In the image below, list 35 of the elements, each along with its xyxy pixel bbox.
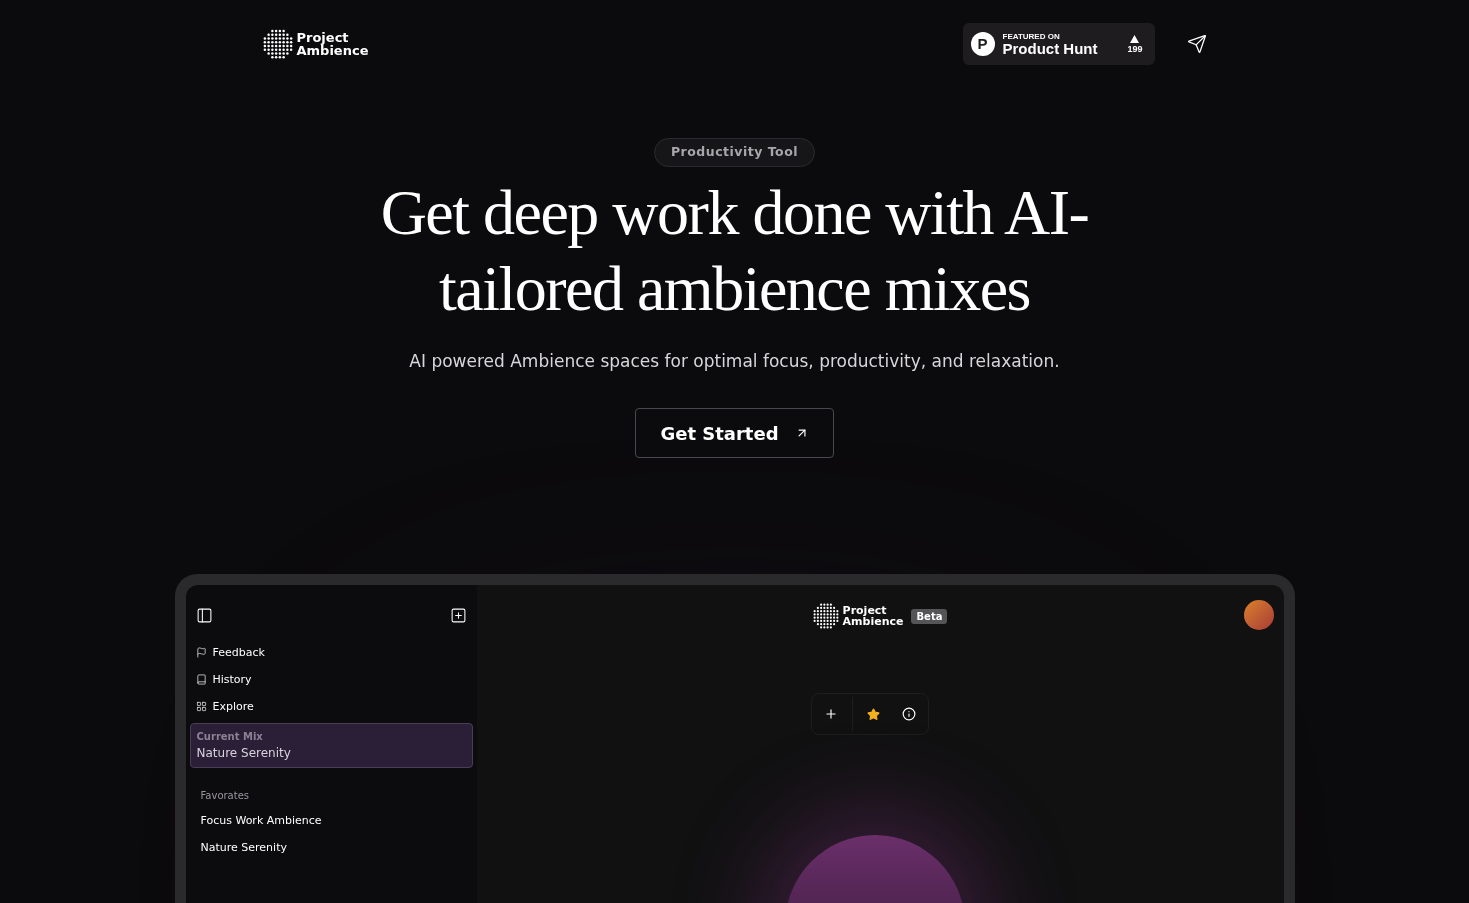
beta-tag: Beta xyxy=(911,608,948,624)
book-icon xyxy=(195,674,207,686)
badge-kicker: FEATURED ON xyxy=(1002,32,1061,41)
favorites-heading: Favorates xyxy=(199,789,251,804)
current-mix-card[interactable]: Current Mix Nature Serenity xyxy=(189,723,473,769)
current-mix-label: Current Mix xyxy=(196,730,264,745)
logo-text: Project xyxy=(842,605,887,617)
favorite-star-icon[interactable] xyxy=(867,707,880,721)
subtitle: AI powered Ambience spaces for optimal focus, productivity, and relaxation. xyxy=(409,349,1060,373)
flag-icon xyxy=(195,647,207,659)
info-icon[interactable] xyxy=(902,707,916,722)
get-started-button[interactable]: Get Started xyxy=(635,408,834,459)
product-hunt-logo-icon: P xyxy=(970,32,995,56)
sidebar-nav-item[interactable]: Feedback xyxy=(195,644,467,662)
send-icon[interactable] xyxy=(1186,34,1207,54)
logo-text: Ambience xyxy=(842,616,904,628)
badge-name: Product Hunt xyxy=(1002,40,1098,56)
category-tag: Productivity Tool xyxy=(653,138,816,167)
sidebar-toggle-icon[interactable] xyxy=(195,607,213,625)
sidebar-nav-item[interactable]: Explore xyxy=(195,698,467,716)
current-mix-name: Nature Serenity xyxy=(196,745,292,763)
headline: Get deep work done with AI-tailored ambience mixes xyxy=(379,175,1090,326)
logo-icon xyxy=(812,603,839,630)
favorite-item[interactable]: Focus Work Ambience xyxy=(200,813,462,831)
sidebar-nav-item[interactable]: History xyxy=(195,671,467,689)
logo-text: Ambience xyxy=(296,44,369,57)
add-icon[interactable] xyxy=(824,707,838,722)
avatar[interactable] xyxy=(1243,600,1274,631)
vote-count: 199 xyxy=(1127,44,1143,54)
favorite-item[interactable]: Nature Serenity xyxy=(200,840,462,858)
logo-icon xyxy=(262,29,293,59)
grid-icon xyxy=(195,701,207,713)
new-mix-icon[interactable] xyxy=(449,607,467,625)
upvote-icon xyxy=(1130,34,1140,43)
logo-text: Project xyxy=(296,31,350,44)
